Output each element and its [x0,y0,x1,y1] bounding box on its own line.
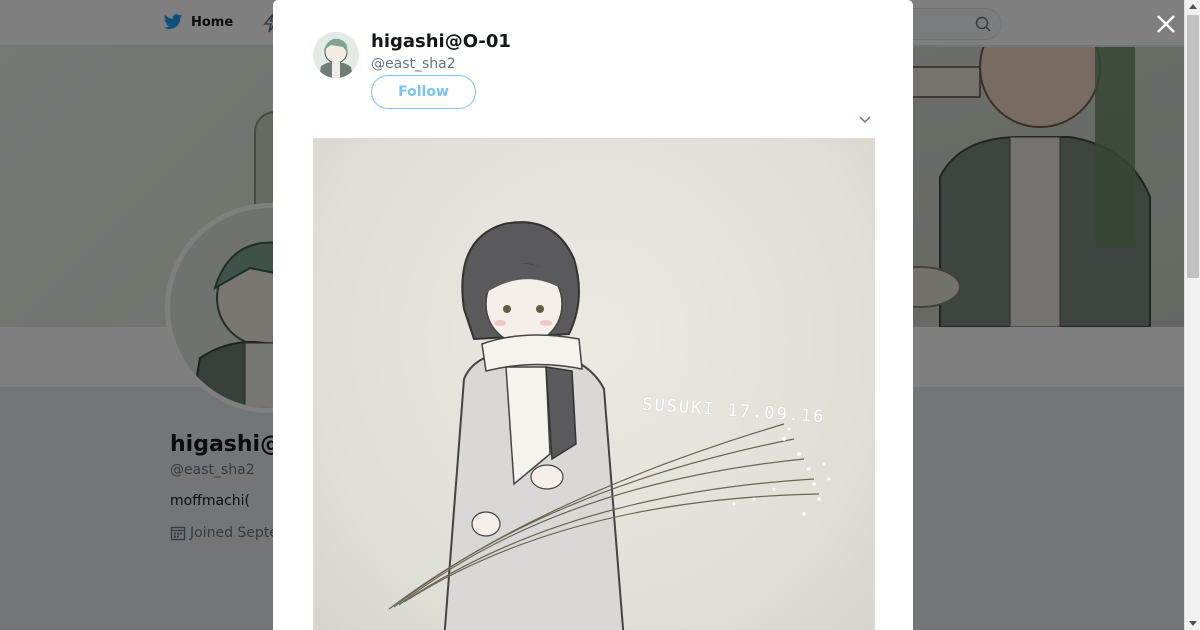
tweet-illustration [388,221,831,630]
tweet-modal: higashi@O-01 @east_sha2 Follow SUSUKI 17… [273,0,913,630]
tweet-image[interactable]: SUSUKI 17.09.16 [313,138,875,630]
follow-button[interactable]: Follow [371,75,476,109]
author-avatar[interactable] [313,32,359,78]
author-avatar-illustration [319,38,353,78]
chevron-down-icon[interactable] [857,111,873,127]
close-icon[interactable] [1154,12,1178,36]
page-scrollbar[interactable] [1184,0,1200,630]
scroll-down-arrow-icon[interactable] [1189,621,1197,626]
scroll-thumb[interactable] [1187,15,1199,278]
scroll-up-arrow-icon[interactable] [1189,4,1197,9]
author-handle[interactable]: @east_sha2 [371,56,456,72]
author-name[interactable]: higashi@O-01 [371,31,511,52]
